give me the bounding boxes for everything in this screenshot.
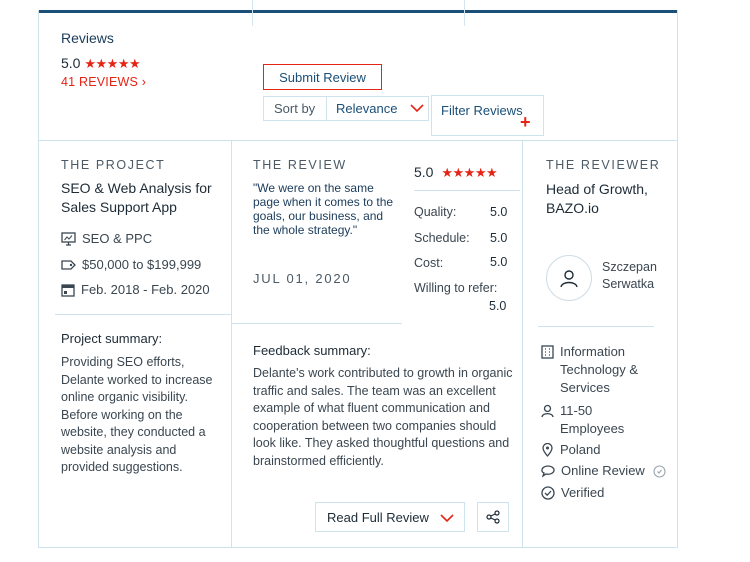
project-title: SEO & Web Analysis for Sales Support App xyxy=(61,180,212,215)
score-label: Willing to refer: xyxy=(414,281,498,295)
score-value: 5.0 xyxy=(489,299,507,313)
monitor-icon xyxy=(61,231,76,246)
location-row: Poland xyxy=(541,441,600,459)
review-caption: THE REVIEW xyxy=(253,158,347,172)
info-icon[interactable] xyxy=(653,464,666,478)
review-overall-rating: 5.0 ★★★★★ xyxy=(414,164,498,181)
score-label: Cost: xyxy=(414,256,444,270)
user-icon xyxy=(541,404,554,418)
star-rating-icon: ★★★★★ xyxy=(441,165,498,180)
service-row: SEO & PPC xyxy=(61,231,152,246)
divider xyxy=(232,323,402,324)
reviewer-name: Szczepan Serwatka xyxy=(602,260,657,291)
budget-text: $50,000 to $199,999 xyxy=(82,257,202,272)
feedback-summary-heading: Feedback summary: xyxy=(253,343,371,358)
submit-review-button[interactable]: Submit Review xyxy=(263,64,382,90)
speech-bubble-icon xyxy=(541,464,555,478)
feedback-summary-text: Delante's work contributed to growth in … xyxy=(253,366,513,468)
project-summary-text: Providing SEO efforts, Delante worked to… xyxy=(61,355,213,474)
user-icon xyxy=(560,270,578,288)
divider xyxy=(38,140,677,141)
divider xyxy=(231,141,232,548)
avatar xyxy=(546,255,592,301)
filter-reviews-button[interactable]: Filter Reviews + xyxy=(431,95,544,136)
location-text: Poland xyxy=(560,442,601,457)
building-icon xyxy=(541,345,554,359)
location-pin-icon xyxy=(542,443,553,457)
read-full-review-button[interactable]: Read Full Review xyxy=(315,502,465,532)
review-rating-value: 5.0 xyxy=(414,164,434,180)
review-quote: "We were on the same page when it comes … xyxy=(253,181,394,237)
sort-label: Sort by xyxy=(274,101,316,116)
sort-select[interactable]: Sort by Relevance xyxy=(263,96,429,121)
score-value: 5.0 xyxy=(490,231,508,245)
reviews-heading: Reviews xyxy=(61,30,114,46)
reviews-count-link[interactable]: 41 REVIEWS › xyxy=(61,75,146,89)
calendar-icon xyxy=(61,283,75,297)
plus-icon: + xyxy=(520,112,531,132)
budget-row: $50,000 to $199,999 xyxy=(61,257,201,272)
filter-reviews-label: Filter Reviews xyxy=(441,103,523,118)
verified-text: Verified xyxy=(561,485,605,500)
dates-text: Feb. 2018 - Feb. 2020 xyxy=(81,282,210,297)
star-rating-icon: ★★★★★ xyxy=(84,56,141,71)
review-type-text: Online Review xyxy=(561,463,645,478)
check-circle-icon xyxy=(541,486,555,500)
chevron-down-icon xyxy=(440,509,454,530)
score-value: 5.0 xyxy=(490,205,508,219)
score-label: Quality: xyxy=(414,205,457,219)
industry-row: Information Technology & Services xyxy=(541,343,656,397)
read-full-review-label: Read Full Review xyxy=(327,509,429,525)
project-summary-heading: Project summary: xyxy=(61,331,163,346)
reviewer-title: Head of Growth, BAZO.io xyxy=(546,181,648,216)
divider xyxy=(414,190,520,191)
share-icon xyxy=(486,510,500,524)
divider xyxy=(326,97,327,120)
score-value: 5.0 xyxy=(490,255,508,269)
project-caption: THE PROJECT xyxy=(61,158,166,172)
divider xyxy=(55,314,231,315)
size-row: 11-50 Employees xyxy=(541,402,640,438)
overall-rating: 5.0 ★★★★★ xyxy=(61,55,141,72)
industry-text: Information Technology & Services xyxy=(560,344,639,395)
sort-value[interactable]: Relevance xyxy=(336,101,397,116)
rating-value: 5.0 xyxy=(61,55,81,71)
divider xyxy=(538,326,654,327)
verified-row: Verified xyxy=(541,484,604,502)
tag-icon xyxy=(61,259,76,270)
service-text: SEO & PPC xyxy=(82,231,153,246)
share-button[interactable] xyxy=(477,502,509,532)
review-date: JUL 01, 2020 xyxy=(253,271,352,286)
review-type-row: Online Review xyxy=(541,462,666,480)
chevron-down-icon[interactable] xyxy=(410,99,424,120)
company-size-text: 11-50 Employees xyxy=(560,403,625,436)
divider xyxy=(38,547,677,548)
dates-row: Feb. 2018 - Feb. 2020 xyxy=(61,282,210,297)
score-label: Schedule: xyxy=(414,231,470,245)
reviewer-caption: THE REVIEWER xyxy=(546,158,661,172)
divider xyxy=(522,141,523,548)
